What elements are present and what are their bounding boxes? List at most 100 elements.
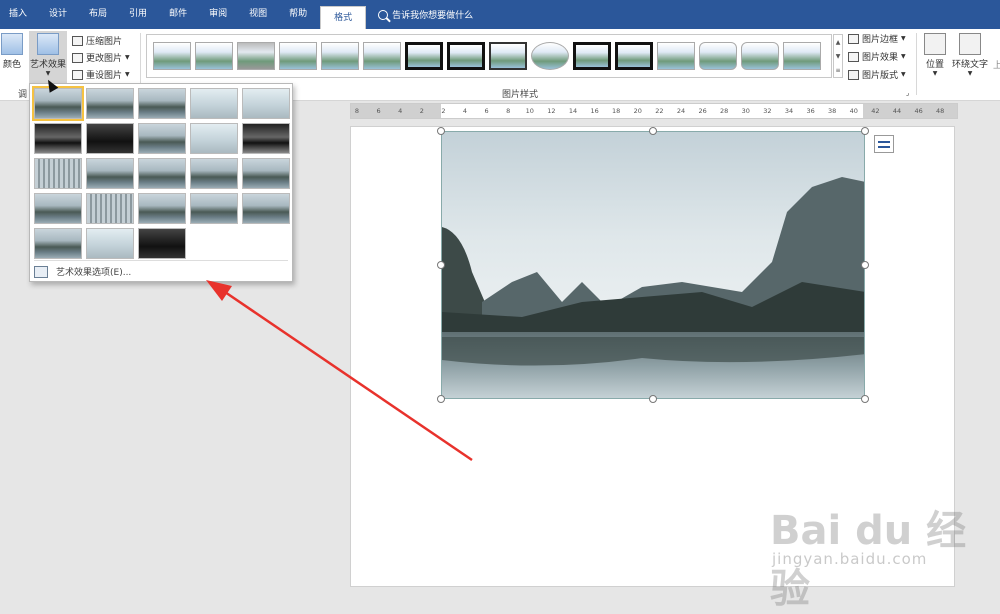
ruler-ticks: 8 6 4 2 2 4 6 8 10 12 14 16 18 20 22 24 26 28 30 32 34 36 38 40… <box>351 104 957 118</box>
art-effect-plastic[interactable] <box>242 158 290 189</box>
art-effect-chalk[interactable] <box>242 88 290 119</box>
art-effect-crackle[interactable] <box>190 158 238 189</box>
selected-picture[interactable] <box>441 131 865 399</box>
art-effect-paint-strokes[interactable] <box>34 123 82 154</box>
ruler-tick-label: 46 <box>914 107 923 115</box>
art-effect-blur[interactable] <box>138 123 186 154</box>
art-effect-sketch[interactable] <box>138 228 186 259</box>
compress-pictures-button[interactable]: 压缩图片 <box>72 34 122 47</box>
ruler-tick-label: 36 <box>806 107 815 115</box>
ruler-tick-label: 8 <box>506 107 511 115</box>
tab-references[interactable]: 引用 <box>120 0 156 29</box>
gallery-more-icon[interactable]: ≡ <box>835 67 840 74</box>
art-effect-pencil-gray[interactable] <box>138 88 186 119</box>
gallery-scrollbar[interactable]: ▲ ▼ ≡ <box>833 34 843 78</box>
art-effect-marker[interactable] <box>86 88 134 119</box>
picture-style-2[interactable] <box>195 42 233 70</box>
dialog-launcher-icon[interactable]: ⌟ <box>906 89 909 97</box>
art-effect-cement[interactable] <box>138 193 186 224</box>
picture-style-4[interactable] <box>279 42 317 70</box>
ribbon-tab-bar: 插入 设计 布局 引用 邮件 审阅 视图 帮助 格式 告诉我你想要做什么 <box>0 0 1000 29</box>
picture-effects-button[interactable]: 图片效果 ▼ <box>848 50 906 63</box>
resize-handle-left[interactable] <box>437 261 445 269</box>
picture-layout-button[interactable]: 图片版式 ▼ <box>848 68 906 81</box>
ruler-tick-label: 44 <box>892 107 902 115</box>
tab-design[interactable]: 设计 <box>40 0 76 29</box>
wrap-text-button[interactable]: 环绕文字 ▼ <box>952 33 988 77</box>
art-effect-film-grain[interactable] <box>86 193 134 224</box>
ruler-tick-label: 18 <box>612 107 621 115</box>
layout-options-button[interactable] <box>874 135 894 153</box>
ruler-tick-label: 4 <box>462 107 468 115</box>
art-effect-glass[interactable] <box>34 193 82 224</box>
ruler-tick-label: 16 <box>590 107 599 115</box>
art-effect-texturizer[interactable] <box>190 193 238 224</box>
art-effects-grid <box>32 86 290 259</box>
art-effect-glow-edges[interactable] <box>86 228 134 259</box>
resize-handle-top[interactable] <box>649 127 657 135</box>
ruler-tick-label: 34 <box>784 107 794 115</box>
resize-handle-top-left[interactable] <box>437 127 445 135</box>
chevron-down-icon: ▼ <box>901 35 906 42</box>
tell-me-text: 告诉我你想要做什么 <box>392 11 474 21</box>
art-effect-pastels[interactable] <box>242 193 290 224</box>
tab-layout[interactable]: 布局 <box>80 0 116 29</box>
art-effect-photocopy[interactable] <box>34 228 82 259</box>
ruler-tick-label: 12 <box>547 107 556 115</box>
picture-style-6[interactable] <box>363 42 401 70</box>
gallery-up-icon[interactable]: ▲ <box>836 39 841 46</box>
picture-style-1[interactable] <box>153 42 191 70</box>
tab-view[interactable]: 视图 <box>240 0 276 29</box>
position-button[interactable]: 位置 ▼ <box>924 33 946 77</box>
picture-style-9[interactable] <box>489 42 527 70</box>
art-effect-black-white[interactable] <box>86 158 134 189</box>
resize-handle-bottom-right[interactable] <box>861 395 869 403</box>
chevron-down-icon: ▼ <box>125 54 130 61</box>
art-effect-none[interactable] <box>32 86 84 121</box>
resize-handle-bottom[interactable] <box>649 395 657 403</box>
ruler-tick-label: 10 <box>525 107 534 115</box>
horizontal-ruler[interactable]: 8 6 4 2 2 4 6 8 10 12 14 16 18 20 22 24 26 28 30 32 34 36 38 40… <box>350 103 958 119</box>
art-effect-watercolor[interactable] <box>242 123 290 154</box>
resize-handle-bottom-left[interactable] <box>437 395 445 403</box>
resize-handle-top-right[interactable] <box>861 127 869 135</box>
position-icon <box>924 33 946 55</box>
art-effects-options-item[interactable]: 艺术效果选项(E)... <box>34 265 131 278</box>
tell-me-box[interactable]: 告诉我你想要做什么 <box>378 8 473 21</box>
art-effect-light-screen[interactable] <box>190 123 238 154</box>
resize-handle-right[interactable] <box>861 261 869 269</box>
ruler-tick-label: 24 <box>676 107 686 115</box>
picture-styles-gallery <box>146 34 832 78</box>
picture-style-3[interactable] <box>237 42 275 70</box>
picture-style-12[interactable] <box>615 42 653 70</box>
tab-insert[interactable]: 插入 <box>0 0 36 29</box>
picture-style-11[interactable] <box>573 42 611 70</box>
picture-border-button[interactable]: 图片边框 ▼ <box>848 32 906 45</box>
art-effects-button[interactable]: 艺术效果 ▼ <box>29 31 68 83</box>
tab-review[interactable]: 审阅 <box>200 0 236 29</box>
dropdown-divider <box>34 260 288 261</box>
picture-style-5[interactable] <box>321 42 359 70</box>
ruler-tick-label: 38 <box>828 107 837 115</box>
picture-style-15[interactable] <box>741 42 779 70</box>
tab-mailings[interactable]: 邮件 <box>160 0 196 29</box>
color-icon <box>1 33 23 55</box>
art-effect-mosaic[interactable] <box>138 158 186 189</box>
tab-format[interactable]: 格式 <box>320 6 367 29</box>
color-label: 颜色 <box>2 60 21 70</box>
change-picture-button[interactable]: 更改图片 ▼ <box>72 51 130 64</box>
picture-style-8[interactable] <box>447 42 485 70</box>
picture-style-7[interactable] <box>405 42 443 70</box>
tab-help[interactable]: 帮助 <box>280 0 316 29</box>
picture-style-14[interactable] <box>699 42 737 70</box>
reset-picture-button[interactable]: 重设图片 ▼ <box>72 68 130 81</box>
picture-style-13[interactable] <box>657 42 695 70</box>
color-button[interactable]: 颜色 <box>1 33 23 70</box>
art-effect-cutout[interactable] <box>34 158 82 189</box>
art-effect-line-drawing[interactable] <box>190 88 238 119</box>
picture-style-16[interactable] <box>783 42 821 70</box>
art-effect-pencil-color[interactable] <box>86 123 134 154</box>
picture-style-10[interactable] <box>531 42 569 70</box>
landscape-image <box>442 132 864 398</box>
gallery-down-icon[interactable]: ▼ <box>836 53 841 60</box>
